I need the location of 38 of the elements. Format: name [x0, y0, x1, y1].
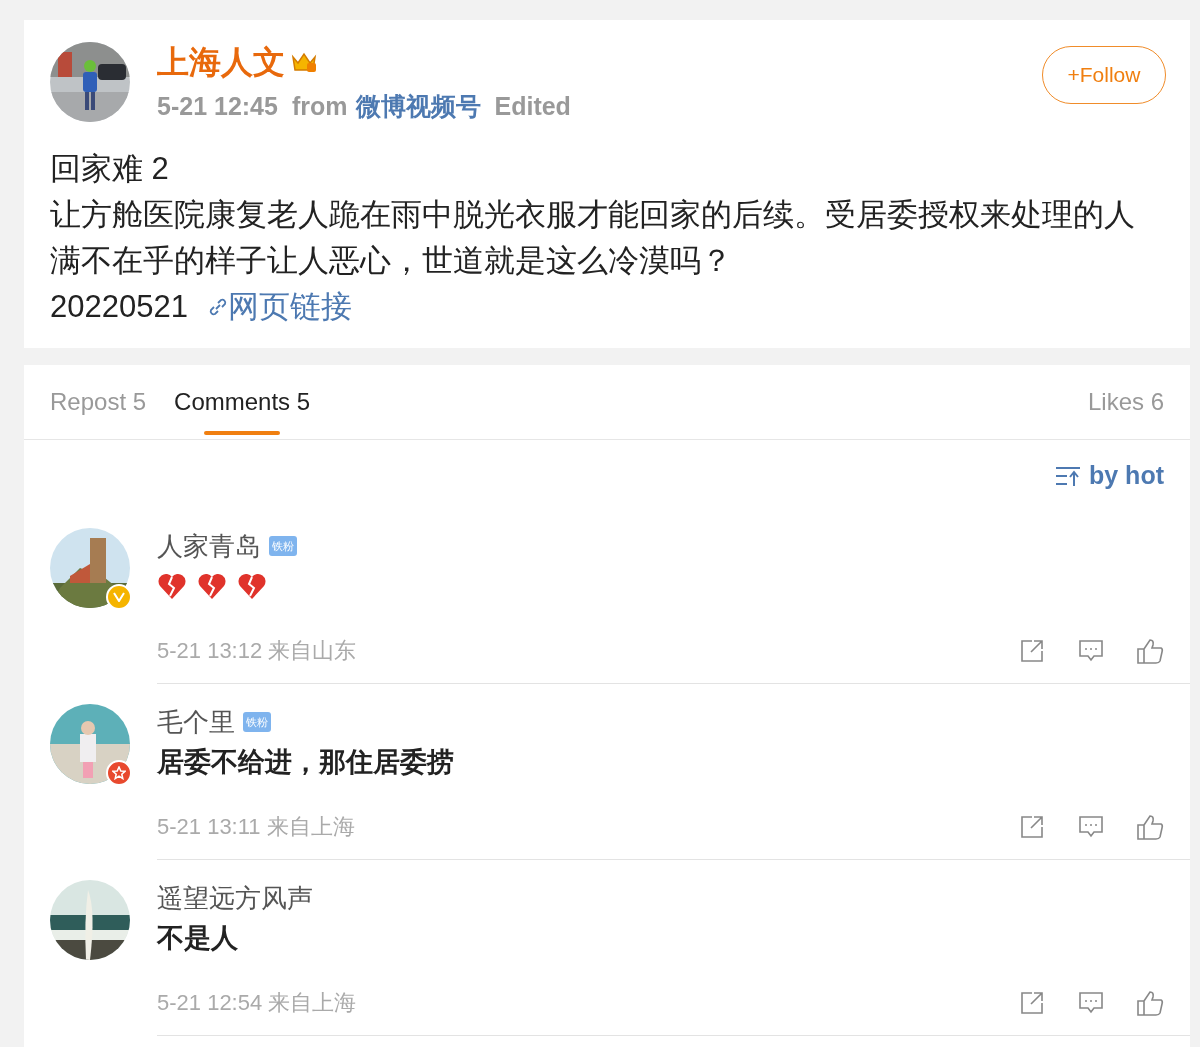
comment-icon[interactable]: [1078, 814, 1104, 839]
share-icon[interactable]: [1020, 814, 1046, 839]
author-name[interactable]: 上海人文: [157, 38, 285, 86]
sort-button[interactable]: by hot: [1055, 460, 1164, 492]
tab[interactable]: Likes 6: [1087, 364, 1164, 440]
post-body: 让方舱医院康复老人跪在雨中脱光衣服才能回家的后续。受居委授权来处理的人满不在乎的样子让人恶心，世道就是这么冷漠吗？: [50, 195, 1136, 280]
broken-heart-icon: [157, 572, 187, 600]
commenter-name[interactable]: 人家青岛: [157, 526, 261, 566]
commenter-name[interactable]: 遥望远方风声: [157, 878, 313, 918]
comment-text: 居委不给进，那住居委捞: [157, 746, 455, 779]
post-date: 20220521: [50, 287, 188, 326]
broken-heart-icon: [197, 572, 227, 600]
fan-badge: 铁粉: [269, 536, 297, 556]
source-label: from: [291, 91, 348, 122]
comment-time: 5-21 13:12 来自山东: [157, 637, 357, 665]
thumbs-up-icon[interactable]: [1136, 813, 1164, 840]
sort-icon: [1055, 465, 1081, 487]
thumbs-up-icon[interactable]: [1136, 989, 1164, 1016]
web-link[interactable]: 网页链接: [227, 283, 352, 330]
thumbs-up-icon[interactable]: [1136, 637, 1164, 664]
edited-label: Edited: [494, 91, 571, 122]
post-time: 5-21 12:45: [157, 91, 278, 122]
share-icon[interactable]: [1020, 990, 1046, 1015]
share-icon[interactable]: [1020, 638, 1046, 663]
fan-badge: 铁粉: [243, 712, 271, 732]
comment-text: 不是人: [157, 922, 239, 955]
commenter-name[interactable]: 毛个里: [157, 702, 235, 742]
tab[interactable]: Comments 5: [174, 364, 311, 440]
link-icon: [207, 296, 228, 317]
comment-time: 5-21 12:54 来自上海: [157, 989, 357, 1017]
crown-icon: [291, 51, 317, 73]
comment-icon[interactable]: [1078, 638, 1104, 663]
comment-time: 5-21 13:11 来自上海: [157, 813, 355, 841]
tab[interactable]: Repost 5: [50, 364, 147, 440]
comment-icon[interactable]: [1078, 990, 1104, 1015]
source-link[interactable]: 微博视频号: [355, 88, 481, 126]
post-title: 回家难 2: [50, 149, 170, 188]
broken-heart-icon: [237, 572, 267, 600]
